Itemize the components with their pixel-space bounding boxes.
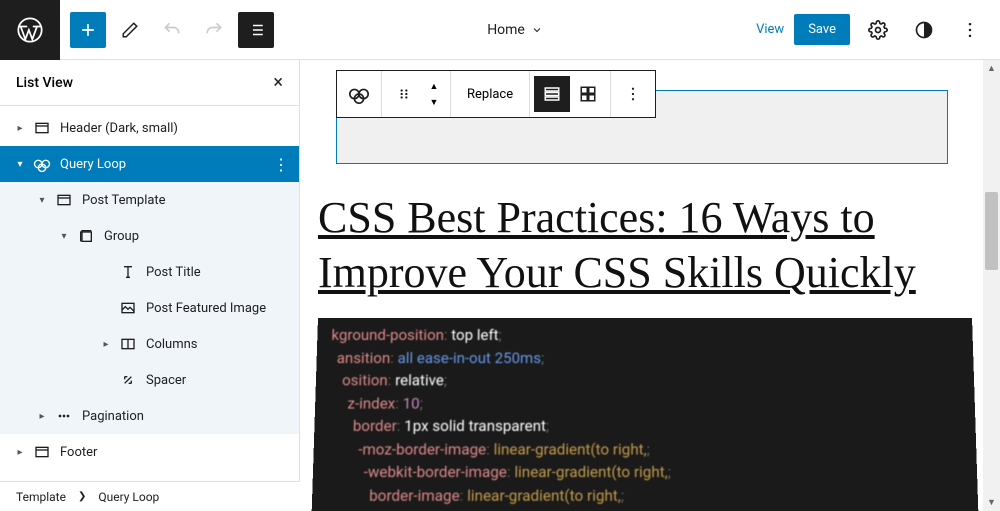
toolbar-right: View Save (756, 12, 1000, 48)
spacer-icon (118, 372, 138, 388)
editor-canvas[interactable]: ▲ ▼ Replace CSS Best Practices: 16 Ways … (300, 60, 1000, 511)
tree-item-label: Spacer (146, 373, 186, 388)
list-view-button[interactable] (238, 12, 274, 48)
drag-handle[interactable] (386, 76, 422, 112)
scroll-down-arrow[interactable]: ▼ (983, 494, 1000, 511)
styles-button[interactable] (906, 12, 942, 48)
tree-item-label: Query Loop (60, 157, 126, 172)
list-layout-button[interactable] (534, 76, 570, 112)
tree-item-post-featured-image[interactable]: Post Featured Image (0, 290, 299, 326)
layout-icon (32, 120, 52, 136)
toolbar-left (60, 12, 274, 48)
tree-item-spacer[interactable]: Spacer (0, 362, 299, 398)
scroll-up-arrow[interactable]: ▲ (983, 60, 1000, 77)
document-title: Home (487, 22, 525, 38)
caret-icon: ▾ (8, 159, 32, 170)
tree-item-label: Header (Dark, small) (60, 121, 178, 136)
move-up-button[interactable]: ▲ (422, 78, 446, 94)
main-area: List View × ▸ Header (Dark, small) ▾ Query … (0, 60, 1000, 511)
post-title[interactable]: CSS Best Practices: 16 Ways to Improve Y… (318, 190, 930, 300)
chevron-right-icon: ❯ (78, 491, 86, 502)
caret-icon: ▸ (94, 339, 118, 350)
breadcrumb-root[interactable]: Template (16, 490, 66, 504)
tree-item-label: Post Template (82, 193, 166, 208)
close-sidebar-button[interactable]: × (273, 72, 283, 93)
block-tree: ▸ Header (Dark, small) ▾ Query Loop ⋮ ▾ Post T… (0, 106, 299, 511)
tree-item-label: Pagination (82, 409, 144, 424)
caret-icon: ▸ (30, 411, 54, 422)
caret-icon: ▾ (30, 195, 54, 206)
document-title-dropdown[interactable]: Home (274, 22, 756, 38)
tree-item-post-template[interactable]: ▾ Post Template (0, 182, 299, 218)
tree-item-columns[interactable]: ▸ Columns (0, 326, 299, 362)
layout-icon (32, 444, 52, 460)
undo-button[interactable] (154, 12, 190, 48)
tree-item-post-title[interactable]: Post Title (0, 254, 299, 290)
grid-layout-button[interactable] (570, 76, 606, 112)
image-icon (118, 300, 138, 316)
more-options-button[interactable] (952, 12, 988, 48)
breadcrumb: Template ❯ Query Loop (0, 481, 300, 511)
caret-icon: ▸ (8, 123, 32, 134)
tree-item-label: Post Featured Image (146, 301, 266, 316)
title-icon (118, 264, 138, 280)
columns-icon (118, 336, 138, 352)
tree-item-label: Post Title (146, 265, 201, 280)
scroll-thumb[interactable] (985, 192, 998, 270)
dots-icon (54, 408, 74, 424)
tree-item-footer[interactable]: ▸ Footer (0, 434, 299, 470)
tree-item-label: Columns (146, 337, 198, 352)
vertical-scrollbar[interactable]: ▲ ▼ (983, 60, 1000, 511)
block-type-button[interactable] (341, 76, 377, 112)
caret-icon: ▾ (52, 231, 76, 242)
featured-image-code: kground-position: top left;ansition: all… (311, 318, 980, 511)
add-block-button[interactable] (70, 12, 106, 48)
move-down-button[interactable]: ▼ (422, 94, 446, 110)
view-link[interactable]: View (756, 22, 784, 37)
layout-icon (54, 192, 74, 208)
breadcrumb-current[interactable]: Query Loop (98, 490, 159, 504)
group-icon (76, 228, 96, 244)
redo-button[interactable] (196, 12, 232, 48)
tree-item-pagination[interactable]: ▸ Pagination (0, 398, 299, 434)
list-view-sidebar: List View × ▸ Header (Dark, small) ▾ Query … (0, 60, 300, 511)
loop-icon (32, 155, 52, 173)
tree-item-header-dark-small-[interactable]: ▸ Header (Dark, small) (0, 110, 299, 146)
sidebar-header: List View × (0, 60, 299, 106)
wordpress-logo[interactable] (0, 0, 60, 60)
tree-item-group[interactable]: ▾ Group (0, 218, 299, 254)
tree-item-query-loop[interactable]: ▾ Query Loop ⋮ (0, 146, 299, 182)
block-more-button[interactable] (615, 76, 651, 112)
replace-button[interactable]: Replace (455, 87, 525, 102)
move-buttons: ▲ ▼ (422, 78, 446, 110)
save-button[interactable]: Save (794, 14, 850, 45)
tree-item-label: Group (104, 229, 139, 244)
tree-item-label: Footer (60, 445, 97, 460)
block-toolbar: ▲ ▼ Replace (336, 70, 656, 118)
caret-icon: ▸ (8, 447, 32, 458)
sidebar-title: List View (16, 75, 73, 91)
edit-button[interactable] (112, 12, 148, 48)
chevron-down-icon (531, 24, 543, 36)
top-toolbar: Home View Save (0, 0, 1000, 60)
settings-button[interactable] (860, 12, 896, 48)
more-icon[interactable]: ⋮ (273, 155, 289, 174)
